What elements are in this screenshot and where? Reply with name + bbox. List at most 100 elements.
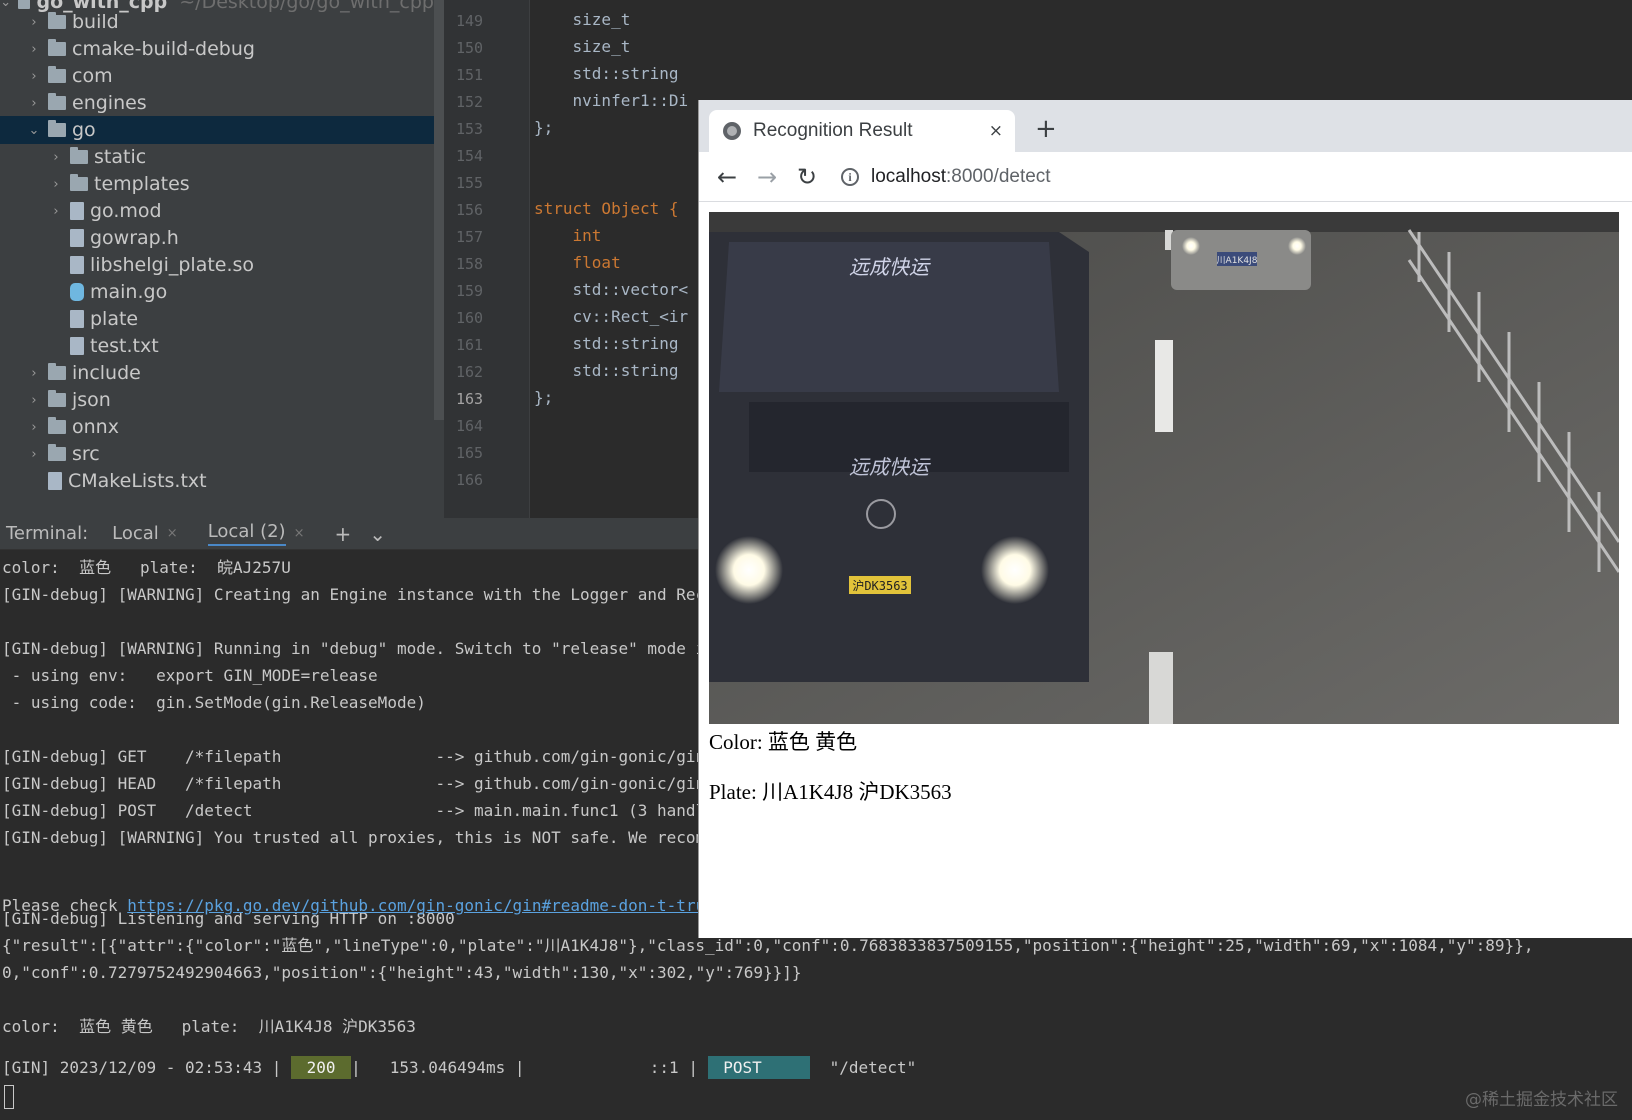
- line-number: 163: [456, 390, 484, 408]
- lane-marking: [1155, 340, 1173, 432]
- line-number: 150: [456, 39, 484, 57]
- code-line: float: [534, 253, 621, 272]
- folder-icon: [48, 66, 66, 83]
- tree-item-label: build: [72, 11, 119, 33]
- terminal-tab-local[interactable]: Local ×: [112, 523, 178, 544]
- chevron-right-icon[interactable]: ›: [26, 366, 42, 381]
- go-file-icon: [70, 283, 84, 301]
- tree-item[interactable]: plate: [0, 305, 434, 333]
- tree-item[interactable]: main.go: [0, 278, 434, 306]
- tree-item-label: onnx: [72, 416, 119, 438]
- chevron-down-icon[interactable]: ⌄: [369, 522, 386, 546]
- plate-result: Plate: 川A1K4J8 沪DK3563: [709, 780, 952, 804]
- tree-item-label: go.mod: [90, 200, 162, 222]
- new-tab-button[interactable]: +: [1035, 114, 1057, 144]
- terminal-line: 0,"conf":0.7279752492904663,"position":{…: [2, 963, 802, 982]
- line-number: 159: [456, 282, 484, 300]
- forward-button[interactable]: →: [747, 163, 787, 191]
- terminal-line: - using code: gin.SetMode(gin.ReleaseMod…: [2, 693, 426, 712]
- tree-item[interactable]: ⌄ go: [0, 116, 434, 144]
- tree-item-label: com: [72, 65, 113, 87]
- tree-item[interactable]: › build: [0, 8, 434, 36]
- chevron-right-icon[interactable]: ›: [26, 42, 42, 57]
- info-icon[interactable]: i: [841, 167, 859, 186]
- terminal-line: color: 蓝色 plate: 皖AJ257U: [2, 558, 291, 577]
- browser-tab-title: Recognition Result: [753, 120, 913, 141]
- tree-item[interactable]: › src: [0, 440, 434, 468]
- tree-item-label: plate: [90, 308, 139, 330]
- chevron-right-icon[interactable]: ›: [26, 447, 42, 462]
- back-button[interactable]: ←: [707, 163, 747, 191]
- tree-item-label: libshelgi_plate.so: [90, 254, 255, 276]
- gin-log-prefix: [GIN] 2023/12/09 - 02:53:43 |: [2, 1058, 282, 1077]
- add-terminal-button[interactable]: +: [334, 522, 351, 546]
- terminal-label: Terminal:: [6, 523, 89, 544]
- close-icon[interactable]: ×: [294, 526, 305, 541]
- status-badge: 200: [291, 1056, 352, 1079]
- tree-item[interactable]: › cmake-build-debug: [0, 35, 434, 63]
- address-bar[interactable]: i localhost :8000/detect: [841, 166, 1051, 188]
- chevron-right-icon[interactable]: ›: [26, 15, 42, 30]
- tree-scrollbar[interactable]: [434, 0, 444, 420]
- tree-item[interactable]: › json: [0, 386, 434, 414]
- chevron-right-icon[interactable]: ›: [48, 150, 64, 165]
- tree-item[interactable]: › engines: [0, 89, 434, 117]
- chevron-down-icon[interactable]: ⌄: [26, 123, 42, 138]
- folder-icon: [48, 12, 66, 29]
- truck-plate-text: 沪DK3563: [852, 579, 907, 593]
- chevron-right-icon[interactable]: ›: [26, 96, 42, 111]
- tree-item[interactable]: gowrap.h: [0, 224, 434, 252]
- tree-item-label: cmake-build-debug: [72, 38, 255, 60]
- tree-item[interactable]: test.txt: [0, 332, 434, 360]
- chevron-right-icon[interactable]: ›: [48, 177, 64, 192]
- code-line: int: [534, 226, 602, 245]
- code-editor[interactable]: 149 150 151 152 153 154 155 156 157 158 159 160 161 1…: [444, 0, 700, 518]
- globe-icon: [723, 122, 741, 140]
- terminal-tab-bar: Terminal: Local × Local (2) × + ⌄: [0, 518, 700, 550]
- folder-icon: [48, 444, 66, 461]
- chevron-right-icon[interactable]: ›: [48, 204, 64, 219]
- project-tree-panel: ⌄ go_with_cpp ~/Desktop/go/go_with_cpp ›…: [0, 0, 444, 518]
- tree-item[interactable]: › static: [0, 143, 434, 171]
- folder-icon: [48, 390, 66, 407]
- folder-icon: [48, 39, 66, 56]
- tree-item[interactable]: › include: [0, 359, 434, 387]
- code-line: size_t dsize = 1;: [572, 37, 631, 56]
- line-number: 153: [456, 120, 484, 138]
- file-icon: [70, 337, 84, 355]
- gin-log-mid: | 153.046494ms | ::1 |: [351, 1058, 698, 1077]
- method-badge: POST: [707, 1056, 811, 1079]
- line-number: 165: [456, 444, 484, 462]
- tree-item[interactable]: libshelgi_plate.so: [0, 251, 434, 279]
- tree-item[interactable]: › onnx: [0, 413, 434, 441]
- tree-item-label: CMakeLists.txt: [68, 470, 207, 492]
- line-number: 152: [456, 93, 484, 111]
- chevron-right-icon[interactable]: ›: [26, 420, 42, 435]
- chevron-right-icon[interactable]: ›: [26, 393, 42, 408]
- tree-item[interactable]: › templates: [0, 170, 434, 198]
- folder-icon: [48, 363, 66, 380]
- folder-icon: [48, 93, 66, 110]
- line-number: 158: [456, 255, 484, 273]
- browser-tab[interactable]: Recognition Result ×: [709, 110, 1015, 152]
- close-icon[interactable]: ×: [167, 526, 178, 541]
- terminal-tab-local-2[interactable]: Local (2) ×: [207, 521, 305, 546]
- line-number: 164: [456, 417, 484, 435]
- tree-item[interactable]: › com: [0, 62, 434, 90]
- tree-item[interactable]: CMakeLists.txt: [0, 467, 434, 495]
- tree-item-label: test.txt: [90, 335, 159, 357]
- tree-item-label: include: [72, 362, 141, 384]
- line-number: 154: [456, 147, 484, 165]
- close-icon[interactable]: ×: [989, 121, 1003, 141]
- gin-log-line: [GIN] 2023/12/09 - 02:53:43 | 200 | 153.…: [2, 1054, 916, 1082]
- line-number: 155: [456, 174, 484, 192]
- reload-button[interactable]: ↻: [787, 163, 827, 191]
- tree-item-label: static: [94, 146, 147, 168]
- tree-item-label: engines: [72, 92, 147, 114]
- code-line: cv::Rect_<ir: [534, 307, 689, 326]
- tree-item[interactable]: › go.mod: [0, 197, 434, 225]
- chevron-right-icon[interactable]: ›: [26, 69, 42, 84]
- folder-icon: [70, 174, 88, 191]
- code-line: std::vector<: [534, 280, 689, 299]
- tree-item-label: gowrap.h: [90, 227, 179, 249]
